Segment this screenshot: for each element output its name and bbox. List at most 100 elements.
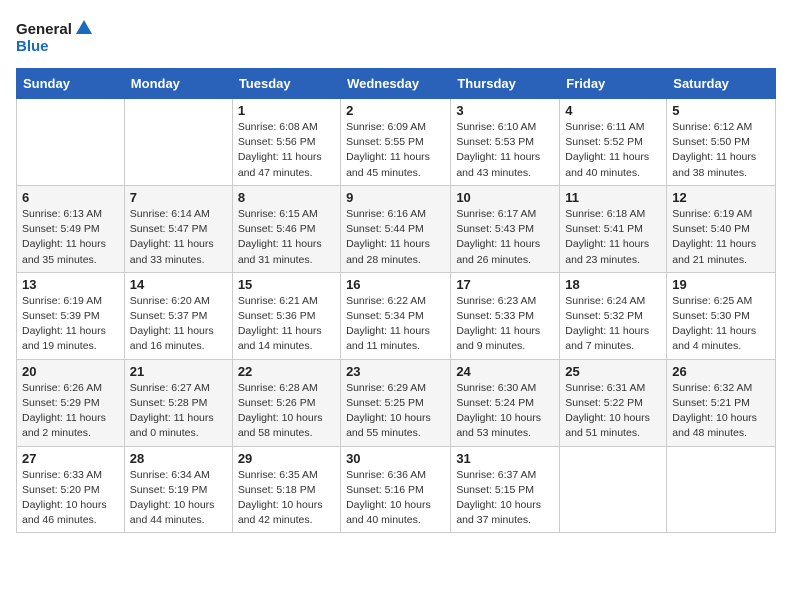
day-info: Sunrise: 6:09 AM Sunset: 5:55 PM Dayligh…: [346, 120, 445, 181]
logo-svg: General Blue: [16, 16, 96, 56]
calendar-cell: 21Sunrise: 6:27 AM Sunset: 5:28 PM Dayli…: [124, 359, 232, 446]
calendar-cell: 5Sunrise: 6:12 AM Sunset: 5:50 PM Daylig…: [667, 99, 776, 186]
weekday-header-monday: Monday: [124, 69, 232, 99]
day-info: Sunrise: 6:32 AM Sunset: 5:21 PM Dayligh…: [672, 381, 770, 442]
calendar-cell: 2 Sunrise: 6:09 AM Sunset: 5:55 PM Daylig…: [341, 99, 451, 186]
day-number: 3: [456, 103, 554, 118]
day-info: Sunrise: 6:13 AM Sunset: 5:49 PM Dayligh…: [22, 207, 119, 268]
day-number: 22: [238, 364, 335, 379]
weekday-header-friday: Friday: [560, 69, 667, 99]
day-number: 31: [456, 451, 554, 466]
calendar-cell: 30 Sunrise: 6:36 AM Sunset: 5:16 PM Dayli…: [341, 446, 451, 533]
calendar-cell: 15 Sunrise: 6:21 AM Sunset: 5:36 PM Dayli…: [232, 272, 340, 359]
logo: General Blue: [16, 16, 96, 56]
day-number: 16: [346, 277, 445, 292]
day-number: 4: [565, 103, 661, 118]
day-number: 15: [238, 277, 335, 292]
calendar-cell: 18 Sunrise: 6:24 AM Sunset: 5:32 PM Dayli…: [560, 272, 667, 359]
day-info: Sunrise: 6:29 AM Sunset: 5:25 PM Dayligh…: [346, 381, 445, 442]
day-info: Sunrise: 6:18 AM Sunset: 5:41 PM Dayligh…: [565, 207, 661, 268]
day-info: Sunrise: 6:33 AM Sunset: 5:20 PM Dayligh…: [22, 468, 119, 529]
day-info: Sunrise: 6:34 AM Sunset: 5:19 PM Dayligh…: [130, 468, 227, 529]
calendar-cell: 31Sunrise: 6:37 AM Sunset: 5:15 PM Dayli…: [451, 446, 560, 533]
page-header: General Blue: [16, 16, 776, 56]
week-row-2: 6 Sunrise: 6:13 AM Sunset: 5:49 PM Daylig…: [17, 185, 776, 272]
day-info: Sunrise: 6:28 AM Sunset: 5:26 PM Dayligh…: [238, 381, 335, 442]
day-number: 1: [238, 103, 335, 118]
calendar-cell: 1 Sunrise: 6:08 AM Sunset: 5:56 PM Daylig…: [232, 99, 340, 186]
day-number: 29: [238, 451, 335, 466]
day-number: 19: [672, 277, 770, 292]
calendar-cell: 10Sunrise: 6:17 AM Sunset: 5:43 PM Dayli…: [451, 185, 560, 272]
day-info: Sunrise: 6:26 AM Sunset: 5:29 PM Dayligh…: [22, 381, 119, 442]
calendar-cell: 22 Sunrise: 6:28 AM Sunset: 5:26 PM Dayli…: [232, 359, 340, 446]
day-number: 7: [130, 190, 227, 205]
day-number: 12: [672, 190, 770, 205]
calendar-table: SundayMondayTuesdayWednesdayThursdayFrid…: [16, 68, 776, 533]
calendar-cell: [17, 99, 125, 186]
day-number: 13: [22, 277, 119, 292]
calendar-cell: 7Sunrise: 6:14 AM Sunset: 5:47 PM Daylig…: [124, 185, 232, 272]
calendar-cell: 19 Sunrise: 6:25 AM Sunset: 5:30 PM Dayli…: [667, 272, 776, 359]
day-info: Sunrise: 6:22 AM Sunset: 5:34 PM Dayligh…: [346, 294, 445, 355]
svg-text:Blue: Blue: [16, 38, 49, 55]
weekday-header-tuesday: Tuesday: [232, 69, 340, 99]
day-number: 9: [346, 190, 445, 205]
day-number: 28: [130, 451, 227, 466]
calendar-cell: [560, 446, 667, 533]
day-info: Sunrise: 6:19 AM Sunset: 5:39 PM Dayligh…: [22, 294, 119, 355]
day-info: Sunrise: 6:36 AM Sunset: 5:16 PM Dayligh…: [346, 468, 445, 529]
calendar-cell: 27 Sunrise: 6:33 AM Sunset: 5:20 PM Dayli…: [17, 446, 125, 533]
calendar-cell: 17 Sunrise: 6:23 AM Sunset: 5:33 PM Dayli…: [451, 272, 560, 359]
calendar-cell: 16 Sunrise: 6:22 AM Sunset: 5:34 PM Dayli…: [341, 272, 451, 359]
day-info: Sunrise: 6:31 AM Sunset: 5:22 PM Dayligh…: [565, 381, 661, 442]
day-info: Sunrise: 6:23 AM Sunset: 5:33 PM Dayligh…: [456, 294, 554, 355]
day-number: 25: [565, 364, 661, 379]
day-info: Sunrise: 6:24 AM Sunset: 5:32 PM Dayligh…: [565, 294, 661, 355]
calendar-cell: [124, 99, 232, 186]
calendar-cell: 23 Sunrise: 6:29 AM Sunset: 5:25 PM Dayli…: [341, 359, 451, 446]
day-number: 21: [130, 364, 227, 379]
day-info: Sunrise: 6:15 AM Sunset: 5:46 PM Dayligh…: [238, 207, 335, 268]
weekday-header-sunday: Sunday: [17, 69, 125, 99]
weekday-header-thursday: Thursday: [451, 69, 560, 99]
day-number: 26: [672, 364, 770, 379]
calendar-cell: 4 Sunrise: 6:11 AM Sunset: 5:52 PM Daylig…: [560, 99, 667, 186]
day-number: 30: [346, 451, 445, 466]
day-info: Sunrise: 6:25 AM Sunset: 5:30 PM Dayligh…: [672, 294, 770, 355]
day-number: 14: [130, 277, 227, 292]
weekday-header-wednesday: Wednesday: [341, 69, 451, 99]
day-info: Sunrise: 6:19 AM Sunset: 5:40 PM Dayligh…: [672, 207, 770, 268]
day-number: 24: [456, 364, 554, 379]
calendar-cell: 11 Sunrise: 6:18 AM Sunset: 5:41 PM Dayli…: [560, 185, 667, 272]
day-number: 6: [22, 190, 119, 205]
day-info: Sunrise: 6:20 AM Sunset: 5:37 PM Dayligh…: [130, 294, 227, 355]
day-info: Sunrise: 6:21 AM Sunset: 5:36 PM Dayligh…: [238, 294, 335, 355]
week-row-4: 20 Sunrise: 6:26 AM Sunset: 5:29 PM Dayli…: [17, 359, 776, 446]
calendar-cell: 20 Sunrise: 6:26 AM Sunset: 5:29 PM Dayli…: [17, 359, 125, 446]
day-info: Sunrise: 6:10 AM Sunset: 5:53 PM Dayligh…: [456, 120, 554, 181]
calendar-cell: 13 Sunrise: 6:19 AM Sunset: 5:39 PM Dayli…: [17, 272, 125, 359]
day-number: 11: [565, 190, 661, 205]
calendar-cell: 8 Sunrise: 6:15 AM Sunset: 5:46 PM Daylig…: [232, 185, 340, 272]
day-info: Sunrise: 6:11 AM Sunset: 5:52 PM Dayligh…: [565, 120, 661, 181]
week-row-5: 27 Sunrise: 6:33 AM Sunset: 5:20 PM Dayli…: [17, 446, 776, 533]
day-info: Sunrise: 6:08 AM Sunset: 5:56 PM Dayligh…: [238, 120, 335, 181]
week-row-3: 13 Sunrise: 6:19 AM Sunset: 5:39 PM Dayli…: [17, 272, 776, 359]
calendar-cell: 26 Sunrise: 6:32 AM Sunset: 5:21 PM Dayli…: [667, 359, 776, 446]
day-number: 23: [346, 364, 445, 379]
svg-text:General: General: [16, 21, 72, 38]
day-number: 2: [346, 103, 445, 118]
day-number: 18: [565, 277, 661, 292]
day-info: Sunrise: 6:30 AM Sunset: 5:24 PM Dayligh…: [456, 381, 554, 442]
day-number: 17: [456, 277, 554, 292]
calendar-cell: [667, 446, 776, 533]
day-number: 8: [238, 190, 335, 205]
day-info: Sunrise: 6:35 AM Sunset: 5:18 PM Dayligh…: [238, 468, 335, 529]
day-number: 27: [22, 451, 119, 466]
day-info: Sunrise: 6:16 AM Sunset: 5:44 PM Dayligh…: [346, 207, 445, 268]
day-info: Sunrise: 6:17 AM Sunset: 5:43 PM Dayligh…: [456, 207, 554, 268]
calendar-cell: 24 Sunrise: 6:30 AM Sunset: 5:24 PM Dayli…: [451, 359, 560, 446]
calendar-cell: 6 Sunrise: 6:13 AM Sunset: 5:49 PM Daylig…: [17, 185, 125, 272]
day-number: 20: [22, 364, 119, 379]
